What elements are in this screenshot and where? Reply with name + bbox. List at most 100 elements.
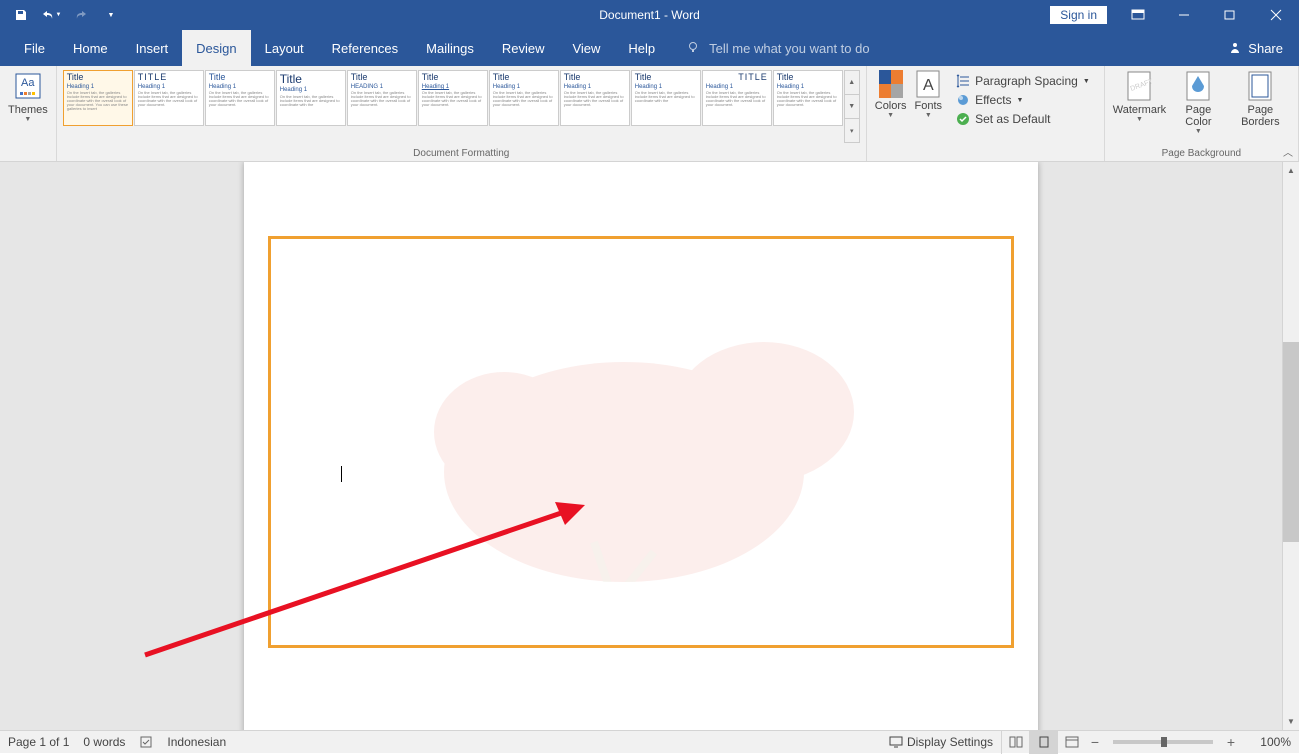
quick-access-toolbar: ▼ ▼: [0, 2, 124, 28]
tab-layout[interactable]: Layout: [251, 30, 318, 66]
page-background-group: DRAFT Watermark ▼ Page Color ▼ Page Bord…: [1105, 66, 1299, 161]
zoom-out-button[interactable]: −: [1085, 734, 1105, 750]
titlebar: ▼ ▼ Document1 - Word Sign in: [0, 0, 1299, 30]
tab-mailings[interactable]: Mailings: [412, 30, 488, 66]
scroll-up-button[interactable]: ▲: [1283, 162, 1299, 179]
tab-references[interactable]: References: [318, 30, 412, 66]
style-thumb[interactable]: TitleHeading 1On the Insert tab, the gal…: [418, 70, 488, 126]
collapse-ribbon-button[interactable]: ︿: [1283, 144, 1293, 159]
tab-design[interactable]: Design: [182, 30, 250, 66]
minimize-button[interactable]: [1161, 0, 1207, 30]
spellcheck-button[interactable]: [139, 735, 153, 749]
zoom-level[interactable]: 100%: [1247, 735, 1291, 749]
maximize-button[interactable]: [1207, 0, 1253, 30]
save-icon: [14, 8, 28, 22]
undo-button[interactable]: ▼: [38, 2, 64, 28]
fonts-icon: A: [916, 70, 940, 98]
document-formatting-group: TitleHeading 1On the Insert tab, the gal…: [57, 66, 867, 161]
page-color-button[interactable]: Page Color ▼: [1170, 68, 1227, 144]
style-thumb[interactable]: TITLEHeading 1On the Insert tab, the gal…: [702, 70, 772, 126]
gallery-scroll: ▲ ▼ ▾: [844, 70, 860, 143]
effects-button[interactable]: Effects ▼: [952, 91, 1094, 109]
tab-file[interactable]: File: [10, 30, 59, 66]
chevron-down-icon: ▼: [24, 116, 31, 123]
window-title: Document1 - Word: [599, 8, 699, 22]
print-layout-button[interactable]: [1029, 731, 1057, 754]
redo-button[interactable]: [68, 2, 94, 28]
style-thumb[interactable]: TitleHEADING 1On the Insert tab, the gal…: [347, 70, 417, 126]
colors-fonts-group: Colors ▼ A Fonts ▼ Paragraph Spacing ▼ E…: [867, 66, 1105, 161]
svg-text:Aa: Aa: [21, 77, 35, 89]
redo-icon: [74, 8, 88, 22]
paragraph-spacing-button[interactable]: Paragraph Spacing ▼: [952, 72, 1094, 90]
text-cursor: [341, 466, 342, 482]
document-workspace[interactable]: [0, 162, 1282, 730]
share-button[interactable]: Share: [1212, 30, 1299, 66]
watermark-icon: DRAFT: [1125, 70, 1153, 102]
share-icon: [1228, 41, 1242, 55]
page-borders-button[interactable]: Page Borders: [1227, 68, 1294, 144]
page[interactable]: [244, 162, 1038, 730]
close-icon: [1270, 9, 1282, 21]
watermark-button[interactable]: DRAFT Watermark ▼: [1109, 68, 1170, 144]
style-thumb[interactable]: TitleHeading 1On the Insert tab, the gal…: [560, 70, 630, 126]
gallery-scroll-down[interactable]: ▼: [845, 94, 859, 118]
style-thumb[interactable]: TitleHeading 1On the Insert tab, the gal…: [205, 70, 275, 126]
scroll-thumb[interactable]: [1283, 342, 1299, 542]
style-thumb[interactable]: TitleHeading 1On the Insert tab, the gal…: [773, 70, 843, 126]
page-border: [268, 236, 1014, 648]
save-button[interactable]: [8, 2, 34, 28]
page-borders-icon: [1246, 70, 1274, 102]
ribbon-display-options-button[interactable]: [1115, 0, 1161, 30]
fonts-button[interactable]: A Fonts ▼: [911, 68, 947, 144]
qat-customize-button[interactable]: ▼: [98, 2, 124, 28]
tab-home[interactable]: Home: [59, 30, 122, 66]
style-thumb[interactable]: TITLEHeading 1On the Insert tab, the gal…: [134, 70, 204, 126]
vertical-scrollbar[interactable]: ▲ ▼: [1282, 162, 1299, 730]
close-button[interactable]: [1253, 0, 1299, 30]
ribbon: Aa Themes ▼ TitleHeading 1On the Insert …: [0, 66, 1299, 162]
zoom-in-button[interactable]: +: [1221, 734, 1241, 750]
tab-help[interactable]: Help: [614, 30, 669, 66]
zoom-slider[interactable]: [1113, 740, 1213, 744]
page-count[interactable]: Page 1 of 1: [8, 735, 69, 749]
style-thumb[interactable]: TitleHeading 1On the Insert tab, the gal…: [276, 70, 346, 126]
tellme-input[interactable]: [709, 41, 949, 56]
themes-label: Themes: [8, 104, 48, 116]
group-label: Document Formatting: [413, 148, 509, 159]
minimize-icon: [1178, 9, 1190, 21]
tab-review[interactable]: Review: [488, 30, 559, 66]
themes-icon: Aa: [12, 70, 44, 102]
display-settings-button[interactable]: Display Settings: [889, 735, 993, 749]
scroll-down-button[interactable]: ▼: [1283, 713, 1299, 730]
web-layout-icon: [1065, 736, 1079, 748]
word-count[interactable]: 0 words: [83, 735, 125, 749]
set-as-default-button[interactable]: Set as Default: [952, 110, 1094, 128]
web-layout-button[interactable]: [1057, 731, 1085, 754]
maximize-icon: [1224, 9, 1236, 21]
effects-icon: [956, 93, 970, 107]
signin-button[interactable]: Sign in: [1050, 6, 1107, 24]
themes-button[interactable]: Aa Themes ▼: [4, 68, 52, 144]
style-thumb[interactable]: TitleHeading 1On the Insert tab, the gal…: [631, 70, 701, 126]
page-color-icon: [1184, 70, 1212, 102]
style-thumb[interactable]: TitleHeading 1On the Insert tab, the gal…: [489, 70, 559, 126]
monitor-icon: [889, 735, 903, 749]
style-thumb[interactable]: TitleHeading 1On the Insert tab, the gal…: [63, 70, 133, 126]
ribbon-options-icon: [1131, 9, 1145, 21]
lightbulb-icon: [687, 41, 701, 55]
ribbon-tabstrip: File Home Insert Design Layout Reference…: [0, 30, 1299, 66]
gallery-scroll-up[interactable]: ▲: [845, 71, 859, 94]
tab-view[interactable]: View: [558, 30, 614, 66]
svg-text:A: A: [923, 77, 934, 94]
themes-group: Aa Themes ▼: [0, 66, 57, 161]
language-button[interactable]: Indonesian: [167, 735, 226, 749]
tab-insert[interactable]: Insert: [122, 30, 183, 66]
zoom-slider-thumb[interactable]: [1161, 737, 1167, 747]
colors-button[interactable]: Colors ▼: [871, 68, 911, 144]
read-mode-button[interactable]: [1001, 731, 1029, 754]
tellme-search[interactable]: [687, 30, 949, 66]
gallery-expand[interactable]: ▾: [845, 118, 859, 142]
undo-icon: [41, 8, 55, 22]
check-circle-icon: [956, 112, 970, 126]
